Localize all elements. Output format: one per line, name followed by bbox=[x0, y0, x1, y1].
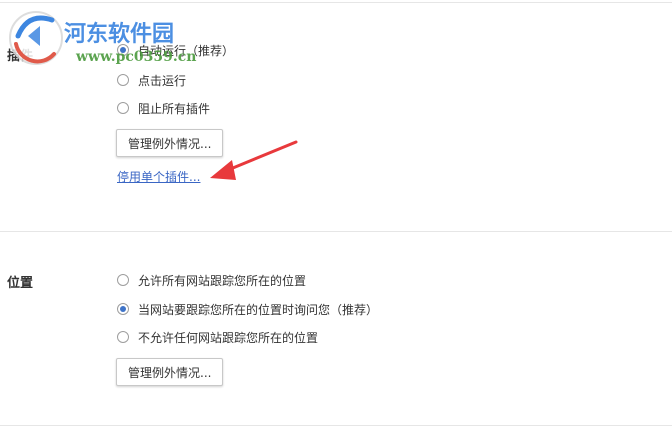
arrow-head bbox=[210, 160, 236, 180]
top-divider bbox=[0, 2, 672, 3]
location-option-block-all[interactable]: 不允许任何网站跟踪您所在的位置 bbox=[117, 328, 318, 346]
location-section-label: 位置 bbox=[7, 276, 34, 291]
location-option-allow-all[interactable]: 允许所有网站跟踪您所在的位置 bbox=[117, 271, 306, 289]
watermark-url: www.pc0359.cn bbox=[76, 49, 197, 65]
location-option-allow-all-label: 允许所有网站跟踪您所在的位置 bbox=[138, 273, 307, 288]
bottom-divider bbox=[0, 425, 672, 426]
location-manage-exceptions-button[interactable]: 管理例外情况... bbox=[116, 358, 224, 386]
site-watermark: 河东软件园 www.pc0359.cn bbox=[6, 6, 216, 76]
radio-unchecked-icon[interactable] bbox=[117, 102, 129, 114]
plugins-manage-exceptions-button[interactable]: 管理例外情况... bbox=[116, 129, 224, 157]
plugins-option-block-all[interactable]: 阻止所有插件 bbox=[117, 99, 210, 117]
watermark-logo-icon bbox=[9, 11, 63, 65]
location-option-ask-label: 当网站要跟踪您所在的位置时询问您（推荐） bbox=[138, 302, 379, 317]
radio-unchecked-icon[interactable] bbox=[117, 274, 129, 286]
arrow-shaft bbox=[226, 140, 298, 172]
location-option-ask[interactable]: 当网站要跟踪您所在的位置时询问您（推荐） bbox=[117, 300, 378, 318]
watermark-title: 河东软件园 bbox=[64, 21, 175, 47]
disable-individual-plugins-link[interactable]: 停用单个插件... bbox=[117, 168, 200, 185]
radio-unchecked-icon[interactable] bbox=[117, 331, 129, 343]
location-option-block-all-label: 不允许任何网站跟踪您所在的位置 bbox=[138, 330, 319, 345]
radio-checked-icon[interactable] bbox=[117, 303, 129, 315]
plugins-option-block-all-label: 阻止所有插件 bbox=[138, 101, 211, 116]
section-divider bbox=[0, 231, 672, 232]
